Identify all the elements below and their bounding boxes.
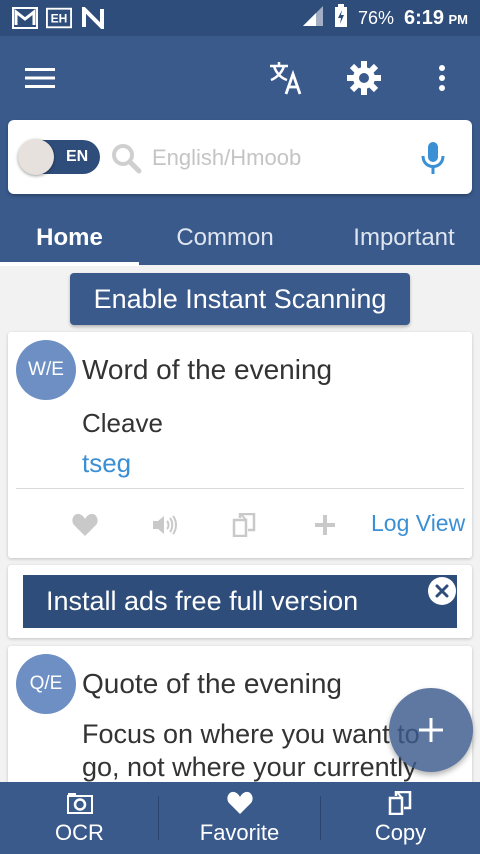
divider [16, 488, 464, 489]
eh-app-icon: EH [46, 6, 72, 30]
gmail-icon [12, 6, 38, 30]
bottom-nav-ocr[interactable]: OCR [0, 782, 159, 854]
toggle-knob [18, 139, 54, 175]
battery-icon [334, 3, 348, 33]
heart-icon [226, 791, 253, 814]
search-input[interactable] [152, 140, 402, 176]
bottom-nav-label: OCR [55, 820, 104, 845]
translate-icon [270, 62, 302, 95]
camera-icon [66, 793, 93, 814]
app-screen: EH 76% 6:19 PM EN English/Hmoob Home Com… [0, 0, 480, 854]
bottom-nav-favorite[interactable]: Favorite [160, 782, 319, 854]
more-options-button[interactable] [420, 56, 464, 100]
avatar: W/E [16, 340, 76, 400]
microphone-icon[interactable] [418, 140, 448, 176]
svg-text:EH: EH [51, 12, 68, 26]
clock-ampm: PM [448, 11, 469, 27]
bottom-nav-copy[interactable]: Copy [321, 782, 480, 854]
plus-icon [419, 718, 443, 742]
word-translation[interactable]: tseg [82, 448, 131, 479]
settings-button[interactable] [342, 56, 386, 100]
n-app-icon [80, 6, 106, 30]
speak-button[interactable] [150, 510, 180, 540]
word-of-the-evening-card: W/E Word of the evening Cleave tseg Log … [8, 332, 472, 558]
tab-important[interactable]: Important [330, 210, 478, 265]
tab-home[interactable]: Home [0, 210, 139, 265]
copy-icon [388, 791, 411, 815]
add-button[interactable] [310, 510, 340, 540]
speaker-icon [153, 515, 177, 535]
tab-common[interactable]: Common [150, 210, 300, 265]
signal-icon [302, 5, 324, 32]
language-toggle[interactable]: EN [18, 139, 100, 175]
translate-button[interactable] [264, 56, 308, 100]
search-icon [112, 144, 142, 174]
app-bar: EN Home Common Important [0, 36, 480, 266]
close-ad-button[interactable] [428, 577, 456, 605]
clock: 6:19 PM [404, 7, 468, 30]
divider [158, 796, 159, 840]
menu-icon [25, 68, 55, 88]
gear-icon [347, 61, 381, 95]
bottom-navigation: OCR Favorite Copy [0, 782, 480, 854]
bottom-nav-label: Favorite [199, 820, 280, 845]
status-bar: EH 76% 6:19 PM [0, 0, 480, 36]
add-floating-button[interactable] [389, 688, 473, 772]
clock-time: 6:19 [404, 6, 445, 29]
heart-icon [72, 513, 98, 536]
search-box: EN [8, 120, 472, 194]
install-ads-free-banner[interactable]: Install ads free full version [23, 575, 457, 628]
avatar: Q/E [16, 654, 76, 714]
card-title: Word of the evening [82, 354, 333, 385]
word-term: Cleave [82, 408, 163, 438]
bottom-nav-label: Copy [374, 820, 427, 845]
menu-button[interactable] [18, 56, 62, 100]
plus-icon [315, 515, 335, 535]
close-icon [435, 584, 449, 598]
toggle-label: EN [66, 148, 89, 165]
tab-bar: Home Common Important [0, 210, 480, 265]
log-view-link[interactable]: Log View [371, 510, 465, 537]
card-title: Quote of the evening [82, 668, 342, 699]
ad-card: Install ads free full version [8, 565, 472, 638]
notification-icons: EH [12, 6, 106, 30]
system-status: 76% 6:19 PM [302, 0, 468, 36]
copy-icon [232, 513, 256, 537]
battery-percent: 76% [357, 7, 395, 28]
enable-instant-scanning-button[interactable]: Enable Instant Scanning [70, 273, 410, 325]
favorite-button[interactable] [70, 510, 100, 540]
copy-button[interactable] [230, 510, 260, 540]
more-vertical-icon [439, 65, 445, 91]
